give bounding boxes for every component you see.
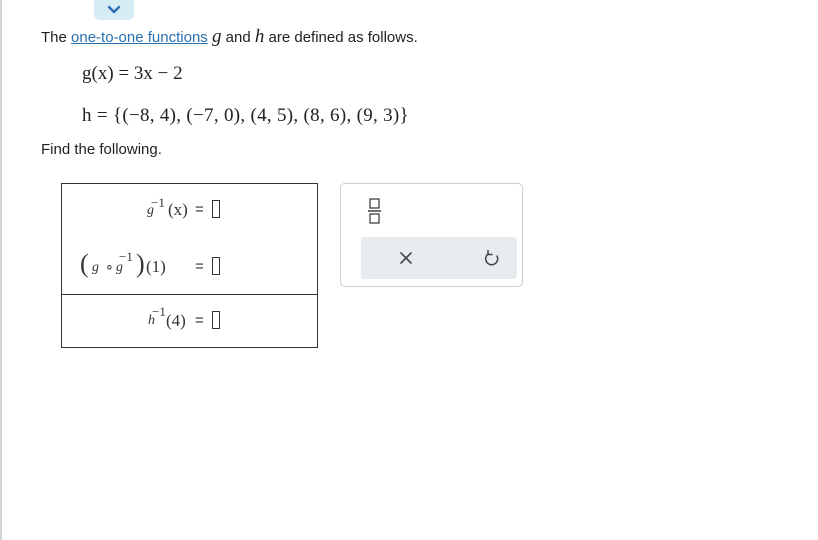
- q3-equals: =: [195, 312, 204, 329]
- q2-argument: (1): [146, 257, 166, 276]
- q2-inverse-exponent: −1: [119, 249, 133, 264]
- answer-input-g-compose-g-inverse[interactable]: [212, 257, 220, 275]
- undo-icon: [484, 249, 499, 266]
- question-h-inverse: h −1 (4) =: [62, 295, 317, 348]
- action-button-bar: [361, 237, 517, 279]
- q2-right-paren: ): [136, 249, 145, 278]
- question-g-inverse: g −1 (x) =: [62, 184, 317, 239]
- fraction-button[interactable]: [366, 196, 384, 226]
- fraction-icon: [368, 198, 381, 224]
- undo-button[interactable]: [481, 247, 503, 269]
- left-border: [0, 0, 2, 540]
- q3-inverse-exponent: −1: [152, 304, 166, 319]
- equation-g: g(x) = 3x − 2: [82, 63, 183, 84]
- q2-equals: =: [195, 258, 204, 275]
- intro-prefix: The: [41, 29, 67, 46]
- intro-var-h: h: [254, 26, 265, 47]
- answer-input-g-inverse[interactable]: [212, 200, 220, 218]
- q2-left-paren: (: [80, 249, 89, 278]
- q2-g: g: [92, 260, 99, 275]
- intro-and: and: [225, 29, 251, 46]
- collapse-toggle[interactable]: [94, 0, 134, 20]
- problem-intro: The one-to-one functions g and h are def…: [41, 26, 418, 47]
- close-icon: [400, 252, 412, 264]
- q2-compose-op: ∘: [105, 260, 114, 275]
- clear-button[interactable]: [395, 247, 417, 269]
- math-toolbar: [340, 183, 523, 287]
- q3-argument: (4): [166, 311, 186, 330]
- chevron-down-icon: [107, 5, 121, 14]
- q1-equals: =: [195, 201, 204, 218]
- intro-var-g: g: [211, 26, 222, 47]
- q1-argument: (x): [168, 200, 188, 219]
- equation-h: h = {(−8, 4), (−7, 0), (4, 5), (8, 6), (…: [82, 105, 409, 126]
- answer-table: g −1 (x) = ( g ∘ g −1 ) (1) = h −1 (4) =: [61, 183, 318, 348]
- q1-inverse-exponent: −1: [151, 195, 165, 210]
- question-g-compose-g-inverse: ( g ∘ g −1 ) (1) =: [62, 239, 317, 294]
- intro-suffix: are defined as follows.: [268, 29, 418, 46]
- find-label: Find the following.: [41, 141, 162, 158]
- one-to-one-functions-link[interactable]: one-to-one functions: [71, 29, 208, 46]
- answer-input-h-inverse[interactable]: [212, 311, 220, 329]
